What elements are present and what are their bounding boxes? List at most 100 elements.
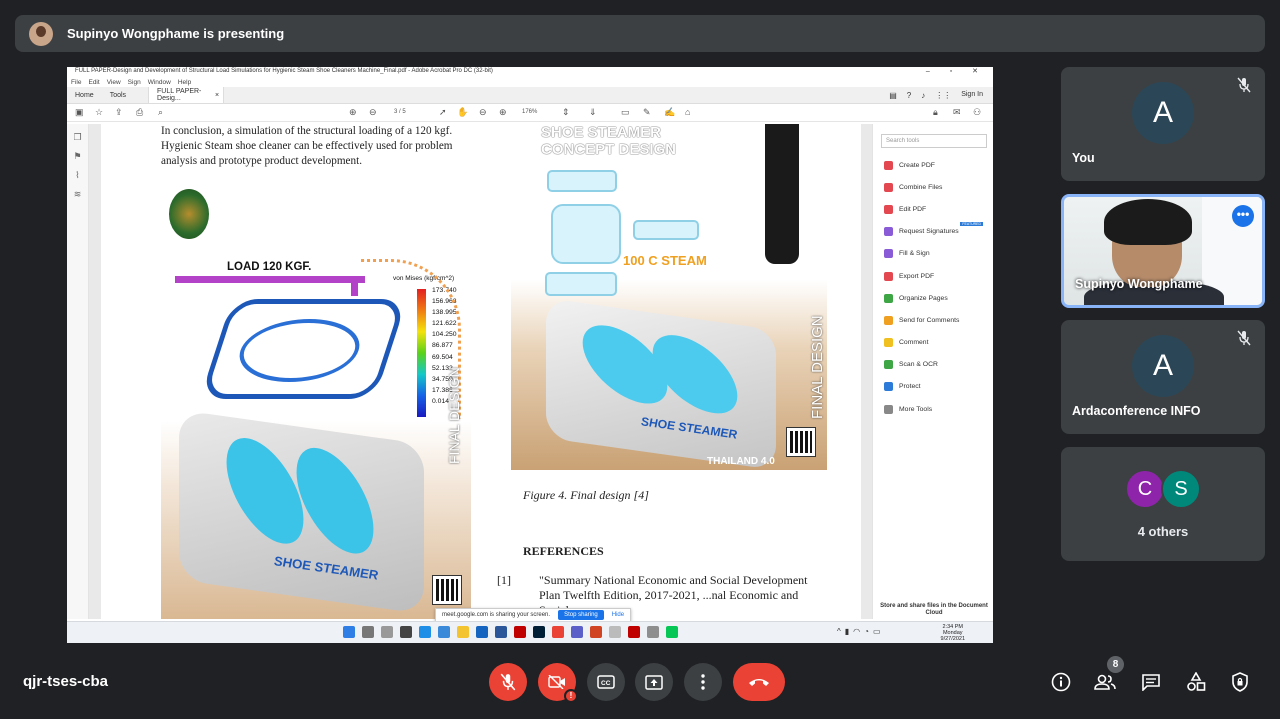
upload-icon[interactable]: ⇪ — [115, 107, 123, 118]
reference-number: [1] — [497, 573, 511, 587]
line-icon[interactable] — [666, 626, 678, 638]
present-screen-icon — [645, 674, 663, 690]
app-icon[interactable] — [647, 626, 659, 638]
edge-icon[interactable] — [419, 626, 431, 638]
store-icon[interactable] — [476, 626, 488, 638]
zoom-level[interactable]: 176% — [522, 109, 537, 115]
task-view-icon[interactable] — [381, 626, 393, 638]
camera-warning-badge: ! — [564, 689, 578, 703]
tool-item[interactable]: Comment — [873, 332, 993, 354]
tool-item[interactable]: Create PDF — [873, 154, 993, 176]
tool-item[interactable]: Combine Files — [873, 176, 993, 198]
tab-document[interactable]: FULL PAPER-Desig... × — [148, 87, 225, 103]
attachment-icon[interactable]: ⌇ — [67, 170, 88, 181]
simulation-figure: LOAD 120 KGF. von Mises (kgf/cm^2) 173.7… — [161, 179, 471, 619]
layers-icon[interactable]: ≋ — [67, 189, 88, 200]
powerpoint-icon[interactable] — [590, 626, 602, 638]
hide-button[interactable]: Hide — [612, 612, 624, 618]
participant-tile-ardaconference[interactable]: A Ardaconference INFO — [1061, 320, 1265, 434]
stop-sharing-button[interactable]: Stop sharing — [558, 610, 604, 620]
zoom-in-icon[interactable]: ⊕ — [499, 107, 507, 118]
tab-tools[interactable]: Tools — [102, 87, 134, 103]
tool-item[interactable]: Export PDF — [873, 265, 993, 287]
bell-icon[interactable]: ♪ — [921, 91, 925, 100]
tool-item[interactable]: Send for Comments — [873, 309, 993, 331]
tool-item[interactable]: Fill & Sign — [873, 243, 993, 265]
menu-window[interactable]: Window — [148, 79, 171, 86]
search-tools-input[interactable]: Search tools — [881, 134, 987, 148]
apps-icon[interactable]: ⋮⋮ — [935, 91, 951, 100]
sign-in-link[interactable]: Sign In — [961, 91, 983, 100]
sign-icon[interactable]: ✍ — [664, 107, 675, 118]
tool-item[interactable]: More Tools — [873, 398, 993, 420]
taskbar-clock[interactable]: 2:34 PM Monday 9/27/2021 — [941, 624, 965, 642]
tool-item[interactable]: Protect — [873, 376, 993, 398]
menu-sign[interactable]: Sign — [128, 79, 141, 86]
print-icon[interactable]: ⎙ — [136, 107, 143, 118]
camera-toggle-button[interactable]: ! — [538, 663, 578, 703]
word-icon[interactable] — [495, 626, 507, 638]
teams-icon[interactable] — [571, 626, 583, 638]
participant-tile-others[interactable]: C S 4 others — [1061, 447, 1265, 561]
widgets-icon[interactable] — [400, 626, 412, 638]
more-options-button[interactable] — [684, 663, 722, 701]
hand-icon[interactable]: ✋ — [457, 107, 468, 118]
tool-item[interactable]: Edit PDF — [873, 198, 993, 220]
people-button[interactable] — [1093, 670, 1117, 694]
menu-file[interactable]: File — [71, 79, 81, 86]
lock-icon[interactable]: 🔒︎ — [933, 107, 938, 118]
app-icon[interactable] — [609, 626, 621, 638]
scroll-mode-icon[interactable]: ⇓ — [589, 107, 597, 118]
pdf-app-icon[interactable] — [628, 626, 640, 638]
screen-share-notice: meet.google.com is sharing your screen. … — [435, 608, 632, 622]
help-icon[interactable]: ? — [907, 91, 911, 100]
tool-item[interactable]: Scan & OCR — [873, 354, 993, 376]
document-viewer[interactable]: In conclusion, a simulation of the struc… — [89, 124, 872, 619]
chat-icon[interactable]: ▤ — [889, 91, 897, 100]
fit-page-icon[interactable]: ⇕ — [562, 107, 570, 118]
search-icon[interactable] — [362, 626, 374, 638]
mic-toggle-button[interactable] — [489, 663, 527, 701]
meeting-details-button[interactable] — [1049, 670, 1073, 694]
share-user-icon[interactable]: ⚇ — [973, 107, 981, 118]
participant-tile-you[interactable]: A You — [1061, 67, 1265, 181]
photoshop-icon[interactable] — [533, 626, 545, 638]
tool-item[interactable]: Organize Pages — [873, 287, 993, 309]
pages-icon[interactable]: ❐ — [67, 132, 88, 143]
tab-close-icon[interactable]: × — [215, 92, 219, 99]
acrobat-icon[interactable] — [514, 626, 526, 638]
start-icon[interactable] — [343, 626, 355, 638]
page-up-icon[interactable]: ⊕ — [349, 107, 357, 118]
comment-icon[interactable]: ▭ — [621, 107, 630, 118]
qr-code — [786, 427, 816, 457]
system-tray[interactable]: ^▮◠◔▭ — [837, 627, 885, 636]
more-options-icon[interactable]: ••• — [1232, 205, 1254, 227]
present-button[interactable] — [635, 663, 673, 701]
tab-home[interactable]: Home — [67, 87, 102, 103]
menu-view[interactable]: View — [107, 79, 121, 86]
pen-icon[interactable]: ✎ — [643, 107, 651, 118]
chrome-icon[interactable] — [552, 626, 564, 638]
tool-item[interactable]: Request Signatures FEATURED — [873, 221, 993, 243]
zoom-out-icon[interactable]: ⊖ — [479, 107, 487, 118]
activities-button[interactable] — [1184, 670, 1208, 694]
leg-photo — [765, 124, 799, 264]
zoom-search-icon[interactable]: ⌕ — [158, 107, 163, 118]
chat-button[interactable] — [1139, 670, 1163, 694]
file-explorer-icon[interactable] — [457, 626, 469, 638]
leave-call-button[interactable] — [733, 663, 785, 701]
chat-app-icon[interactable] — [438, 626, 450, 638]
star-icon[interactable]: ☆ — [95, 107, 103, 118]
menu-edit[interactable]: Edit — [88, 79, 99, 86]
participant-tile-presenter[interactable]: ••• Supinyo Wongphame — [1061, 194, 1265, 308]
save-icon[interactable]: ▣ — [75, 107, 84, 118]
select-arrow-icon[interactable]: ➚ — [439, 107, 447, 118]
menu-help[interactable]: Help — [178, 79, 191, 86]
captions-button[interactable]: CC — [587, 663, 625, 701]
mail-icon[interactable]: ✉ — [953, 107, 961, 118]
stamp-icon[interactable]: ⌂ — [685, 107, 690, 117]
page-down-icon[interactable]: ⊖ — [369, 107, 377, 118]
bookmark-icon[interactable]: ⚑ — [67, 151, 88, 162]
page-indicator[interactable]: 3 / 5 — [394, 109, 406, 115]
host-controls-button[interactable] — [1228, 670, 1252, 694]
